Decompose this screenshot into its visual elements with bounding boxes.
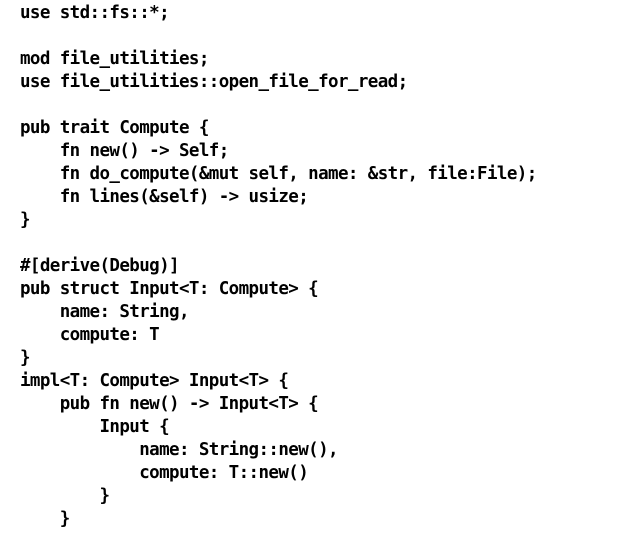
code-line: compute: T::new() <box>20 463 309 483</box>
code-line: use file_utilities::open_file_for_read; <box>20 72 408 92</box>
code-line: } <box>20 348 31 368</box>
code-line: } <box>20 210 31 230</box>
code-line: fn lines(&self) -> usize; <box>20 187 309 207</box>
code-line: fn new() -> Self; <box>20 141 230 161</box>
code-line: name: String, <box>20 302 190 322</box>
code-line: use std::fs::*; <box>20 3 170 23</box>
code-line: impl<T: Compute> Input<T> { <box>20 371 289 391</box>
code-line: fn do_compute(&mut self, name: &str, fil… <box>20 164 538 184</box>
code-line: } <box>20 486 110 506</box>
code-block: use std::fs::*; mod file_utilities; use … <box>20 2 537 531</box>
code-line: pub struct Input<T: Compute> { <box>20 279 319 299</box>
code-line: } <box>20 509 71 529</box>
code-line: compute: T <box>20 325 160 345</box>
code-line: mod file_utilities; <box>20 49 209 69</box>
code-line: #[derive(Debug)] <box>20 256 180 276</box>
code-line: pub fn new() -> Input<T> { <box>20 394 319 414</box>
code-line: pub trait Compute { <box>20 118 209 138</box>
code-line: name: String::new(), <box>20 440 338 460</box>
code-line: Input { <box>20 417 170 437</box>
